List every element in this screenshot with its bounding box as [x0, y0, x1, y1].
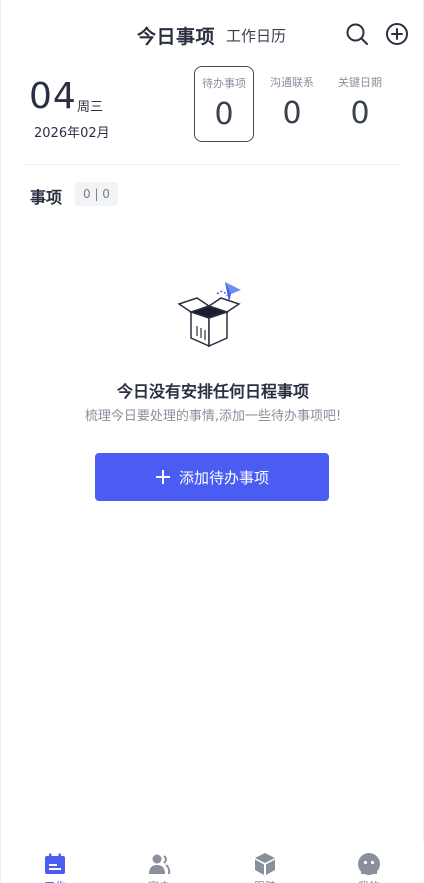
- tab-label: 工作: [15, 878, 95, 883]
- bottom-tab-bar: 工作 客户 跟踪 我的: [1, 842, 424, 883]
- tab-mine[interactable]: 我的: [329, 842, 409, 883]
- current-weekday: 周三: [77, 100, 104, 115]
- stat-contact[interactable]: 沟通联系 0: [262, 66, 322, 142]
- add-circle-icon[interactable]: [385, 22, 409, 46]
- section-title: 事项: [30, 188, 63, 207]
- stat-value: 0: [214, 97, 234, 132]
- contacts-icon: [149, 854, 171, 875]
- add-todo-button[interactable]: 添加待办事项: [95, 453, 329, 501]
- tab-label: 跟踪: [225, 878, 305, 883]
- tab-track[interactable]: 跟踪: [225, 842, 305, 883]
- stat-label: 待办事项: [202, 77, 246, 90]
- stat-todo[interactable]: 待办事项 0: [194, 66, 254, 142]
- current-month: 2026年02月: [34, 126, 110, 141]
- tab-customer[interactable]: 客户: [119, 842, 199, 883]
- stat-label: 关键日期: [338, 76, 382, 89]
- empty-box-illustration-icon: [177, 282, 241, 348]
- tab-work-calendar[interactable]: 工作日历: [226, 25, 286, 46]
- stat-key-dates[interactable]: 关键日期 0: [330, 66, 390, 142]
- box-icon: [255, 853, 275, 875]
- page-title: 今日事项: [137, 26, 216, 48]
- divider: [25, 164, 399, 165]
- tab-work[interactable]: 工作: [15, 842, 95, 883]
- app-screen: 今日事项 工作日历 04 周三 2026年02月 待办事项 0 沟通联系 0 关…: [0, 0, 424, 883]
- stat-value: 0: [350, 96, 370, 131]
- add-todo-button-label: 添加待办事项: [178, 468, 269, 487]
- empty-state-subtitle: 梳理今日要处理的事情,添加一些待办事项吧!: [84, 409, 342, 424]
- count-badge: 0 | 0: [75, 182, 118, 206]
- top-header: 今日事项 工作日历: [1, 0, 424, 68]
- plus-icon: [155, 470, 170, 484]
- tab-label: 我的: [329, 878, 409, 883]
- current-day: 04: [29, 76, 77, 117]
- stat-label: 沟通联系: [270, 76, 314, 89]
- profile-icon: [358, 853, 380, 875]
- stat-value: 0: [282, 96, 302, 131]
- search-icon[interactable]: [345, 22, 369, 46]
- tab-label: 客户: [119, 878, 199, 883]
- empty-state-title: 今日没有安排任何日程事项: [116, 382, 309, 401]
- calendar-icon: [45, 853, 65, 874]
